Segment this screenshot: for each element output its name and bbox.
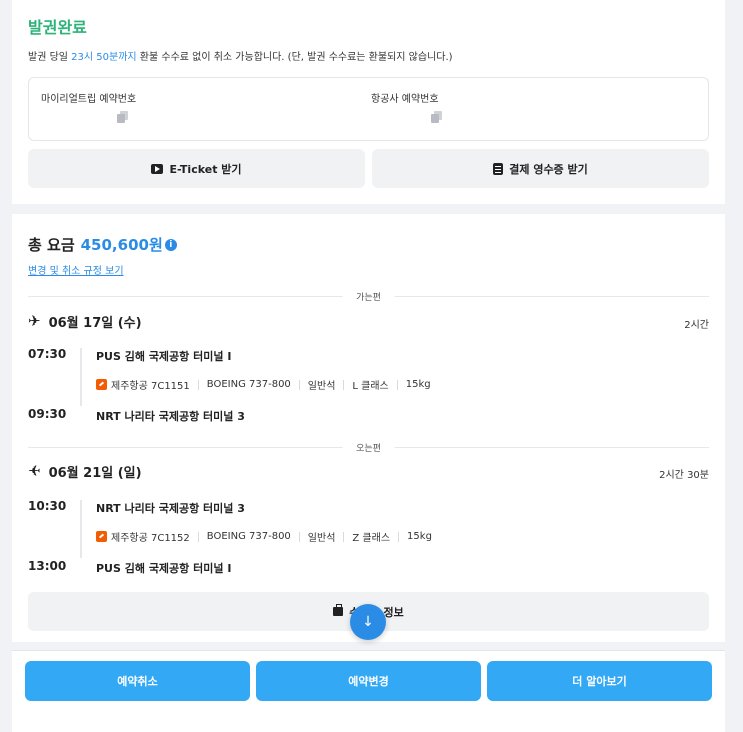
inbound-aircraft: BOEING 737-800 <box>206 531 291 542</box>
bottom-action-bar: 예약취소 예약변경 더 알아보기 <box>12 650 725 732</box>
inbound-duration: 2시간 30분 <box>659 470 709 481</box>
outbound-cabin: 일반석 <box>307 381 336 392</box>
refund-notice: 발권 당일 23시 50분까지 환불 수수료 없이 취소 가능합니다. (단, … <box>28 48 709 63</box>
outbound-airline: 제주항공 7C1151 <box>111 381 190 392</box>
receipt-button-label: 결제 영수증 받기 <box>509 162 588 176</box>
inbound-depart-airport: NRT 나리타 국제공항 터미널 3 <box>96 502 245 515</box>
cancel-reservation-button[interactable]: 예약취소 <box>25 661 250 701</box>
myrealtrip-reservation: 마이리얼트립 예약번호 <box>41 90 136 123</box>
inbound-route-line <box>80 500 82 558</box>
outbound-arrive-time: 09:30 <box>28 407 67 421</box>
airplane-departure-icon: ✈ <box>28 312 41 330</box>
outbound-fare-class: L 클래스 <box>352 381 389 392</box>
total-fare: 총 요금 450,600원 i <box>28 234 177 255</box>
outbound-date-text: 06월 17일 (수) <box>48 316 142 331</box>
itinerary-card: 총 요금 450,600원 i 변경 및 취소 규정 보기 가는편 ✈ 06월 … <box>12 214 725 642</box>
myrealtrip-reservation-label: 마이리얼트립 예약번호 <box>41 94 137 105</box>
inbound-cabin: 일반석 <box>307 533 336 544</box>
reservation-numbers-box: 마이리얼트립 예약번호 항공사 예약번호 <box>28 77 709 141</box>
outbound-duration: 2시간 <box>684 320 709 331</box>
notice-deadline: 23시 50분까지 <box>71 52 137 63</box>
change-reservation-button[interactable]: 예약변경 <box>256 661 481 701</box>
airline-logo-icon <box>96 531 107 542</box>
notice-suffix: 환불 수수료 없이 취소 가능합니다. (단, 발권 수수료는 환불되지 않습니… <box>139 52 453 63</box>
outbound-divider: 가는편 <box>28 290 709 303</box>
airline-logo-icon <box>96 379 107 390</box>
receipt-icon <box>493 162 504 175</box>
outbound-aircraft: BOEING 737-800 <box>206 379 291 390</box>
arrow-down-icon: ↓ <box>362 614 374 630</box>
outbound-route-line <box>80 348 82 406</box>
scroll-down-button[interactable]: ↓ <box>350 604 386 640</box>
total-fare-label: 총 요금 <box>28 236 75 254</box>
luggage-icon <box>333 604 344 616</box>
inbound-date: ✈ 06월 21일 (일) <box>28 462 142 481</box>
ticket-icon <box>151 163 164 174</box>
outbound-arrive-airport: NRT 나리타 국제공항 터미널 3 <box>96 410 245 423</box>
inbound-depart-time: 10:30 <box>28 499 67 513</box>
airline-reservation: 항공사 예약번호 <box>371 90 443 123</box>
outbound-flight-details: 제주항공 7C1151 BOEING 737-800 일반석 L 클래스 15k… <box>96 377 431 392</box>
outbound-date: ✈ 06월 17일 (수) <box>28 312 142 332</box>
outbound-section-label: 가는편 <box>342 290 395 303</box>
total-fare-amount: 450,600원 <box>80 236 163 254</box>
status-title: 발권완료 <box>28 18 87 37</box>
airplane-return-icon: ✈ <box>28 462 41 480</box>
eticket-button-label: E-Ticket 받기 <box>169 162 242 176</box>
eticket-button[interactable]: E-Ticket 받기 <box>28 149 365 188</box>
outbound-depart-time: 07:30 <box>28 347 67 361</box>
inbound-flight-details: 제주항공 7C1152 BOEING 737-800 일반석 Z 클래스 15k… <box>96 529 432 544</box>
inbound-divider: 오는편 <box>28 441 709 454</box>
inbound-arrive-time: 13:00 <box>28 559 67 573</box>
rules-link[interactable]: 변경 및 취소 규정 보기 <box>28 262 124 277</box>
inbound-date-text: 06월 21일 (일) <box>48 466 142 481</box>
ticket-status-card: 발권완료 발권 당일 23시 50분까지 환불 수수료 없이 취소 가능합니다.… <box>12 0 725 204</box>
receipt-button[interactable]: 결제 영수증 받기 <box>372 149 709 188</box>
inbound-fare-class: Z 클래스 <box>352 533 391 544</box>
outbound-baggage: 15kg <box>405 379 431 390</box>
inbound-baggage: 15kg <box>407 531 432 542</box>
info-icon[interactable]: i <box>164 238 177 251</box>
inbound-arrive-airport: PUS 김해 국제공항 터미널 I <box>96 562 232 575</box>
inbound-airline: 제주항공 7C1152 <box>111 533 190 544</box>
document-actions: E-Ticket 받기 결제 영수증 받기 <box>28 149 709 188</box>
learn-more-button[interactable]: 더 알아보기 <box>487 661 712 701</box>
copy-icon[interactable] <box>431 111 443 123</box>
notice-prefix: 발권 당일 <box>28 52 68 63</box>
outbound-depart-airport: PUS 김해 국제공항 터미널 I <box>96 350 232 363</box>
inbound-section-label: 오는편 <box>342 441 395 454</box>
copy-icon[interactable] <box>117 111 129 123</box>
airline-reservation-label: 항공사 예약번호 <box>371 94 439 105</box>
